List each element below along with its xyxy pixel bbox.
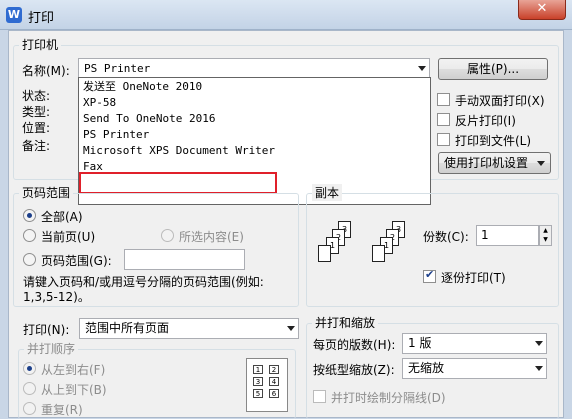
pages-per-sheet-value: 1 版: [408, 336, 432, 350]
printer-group-title: 打印机: [19, 36, 62, 53]
left-to-right-radio[interactable]: [23, 362, 36, 375]
status-label: 状态:: [22, 89, 51, 103]
chevron-down-icon: [535, 366, 543, 371]
collate-stack-icon-1: 3 2 1: [318, 221, 358, 281]
collate-checkbox[interactable]: [423, 268, 436, 283]
printer-name-value: PS Printer: [84, 62, 151, 75]
printer-name-select[interactable]: PS Printer: [78, 58, 430, 79]
chevron-down-icon: [535, 341, 543, 346]
dropdown-item[interactable]: PS Printer: [83, 127, 149, 143]
order-preview: 1 2 3 4 5 6: [246, 358, 288, 412]
printer-settings-select[interactable]: 使用打印机设置: [438, 152, 551, 174]
collate-label: 逐份打印(T): [441, 271, 506, 285]
reverse-checkbox[interactable]: [437, 113, 450, 126]
preview-cell: 1: [253, 365, 263, 374]
printer-name-label: 名称(M):: [22, 64, 70, 78]
reverse-label: 反片打印(I): [455, 114, 516, 128]
page-icon: [372, 245, 385, 262]
copies-spinner[interactable]: ▲ ▼: [539, 225, 552, 246]
top-to-bottom-radio[interactable]: [23, 382, 36, 395]
preview-cell: 5: [253, 389, 263, 398]
copies-count-label: 份数(C):: [423, 230, 469, 244]
all-pages-radio[interactable]: [23, 209, 36, 222]
printer-settings-value: 使用打印机设置: [444, 156, 529, 170]
properties-button[interactable]: 属性(P)...: [438, 58, 548, 80]
window-title: 打印: [28, 11, 55, 26]
repeat-radio[interactable]: [23, 402, 36, 415]
selection-radio[interactable]: [161, 229, 174, 242]
preview-cell: 6: [269, 389, 279, 398]
page-range-radio[interactable]: [23, 253, 36, 266]
close-button[interactable]: ✕: [518, 0, 566, 20]
preview-cell: 4: [269, 377, 279, 386]
copies-count-input[interactable]: 1: [476, 225, 539, 246]
page-range-label: 页码范围(G):: [41, 254, 112, 268]
duplex-checkbox[interactable]: [437, 93, 450, 106]
selection-label: 所选内容(E): [179, 230, 244, 244]
left-to-right-label: 从左到右(F): [41, 363, 106, 377]
scale-select[interactable]: 无缩放: [402, 358, 547, 379]
current-page-radio[interactable]: [23, 229, 36, 242]
current-page-label: 当前页(U): [41, 230, 96, 244]
print-what-label: 打印(N):: [23, 323, 70, 337]
comment-label: 备注:: [22, 139, 51, 153]
preview-cell: 3: [253, 377, 263, 386]
chevron-down-icon: [287, 326, 295, 331]
print-what-value: 范围中所有页面: [85, 321, 170, 335]
duplex-label: 手动双面打印(X): [455, 94, 545, 108]
pages-per-sheet-select[interactable]: 1 版: [402, 333, 547, 354]
print-what-select[interactable]: 范围中所有页面: [79, 318, 299, 339]
printer-dropdown-list: 发送至 OneNote 2010 XP-58 Send To OneNote 2…: [78, 77, 431, 205]
print-dialog: 打印机 名称(M): PS Printer 属性(P)... 状态: 类型: 位…: [8, 30, 564, 419]
dropdown-item[interactable]: XP-58: [83, 95, 116, 111]
chevron-down-icon[interactable]: [418, 66, 426, 71]
print-to-file-label: 打印到文件(L): [455, 134, 532, 148]
repeat-label: 重复(R): [41, 403, 83, 417]
order-group-title: 并打顺序: [24, 340, 79, 357]
app-icon: W: [6, 7, 22, 23]
scale-label: 按纸型缩放(Z):: [313, 363, 395, 377]
zoom-group-title: 并打和缩放: [312, 314, 379, 331]
top-to-bottom-label: 从上到下(B): [41, 383, 107, 397]
all-pages-label: 全部(A): [41, 210, 83, 224]
dropdown-item[interactable]: 发送至 OneNote 2010: [83, 79, 202, 95]
type-label: 类型:: [22, 105, 51, 119]
page-range-hint-line2: 1,3,5-12)。: [23, 290, 90, 304]
title-bar: W 打印 ✕: [0, 0, 572, 30]
copies-group-title: 副本: [312, 184, 343, 201]
preview-cell: 2: [269, 365, 279, 374]
location-label: 位置:: [22, 121, 51, 135]
page-range-group-title: 页码范围: [19, 184, 74, 201]
divider-checkbox[interactable]: [313, 390, 326, 403]
highlight-box: [79, 172, 277, 194]
dropdown-item[interactable]: Send To OneNote 2016: [83, 111, 215, 127]
page-icon: [318, 245, 331, 262]
collate-stack-icon-2: 3 2 1: [372, 221, 412, 281]
page-range-input[interactable]: [124, 249, 245, 270]
chevron-down-icon: [537, 161, 545, 166]
divider-label: 并打时绘制分隔线(D): [331, 391, 446, 405]
print-to-file-checkbox[interactable]: [437, 133, 450, 146]
dropdown-item[interactable]: Microsoft XPS Document Writer: [83, 143, 275, 159]
pages-per-sheet-label: 每页的版数(H):: [313, 338, 396, 352]
scale-value: 无缩放: [408, 361, 445, 375]
